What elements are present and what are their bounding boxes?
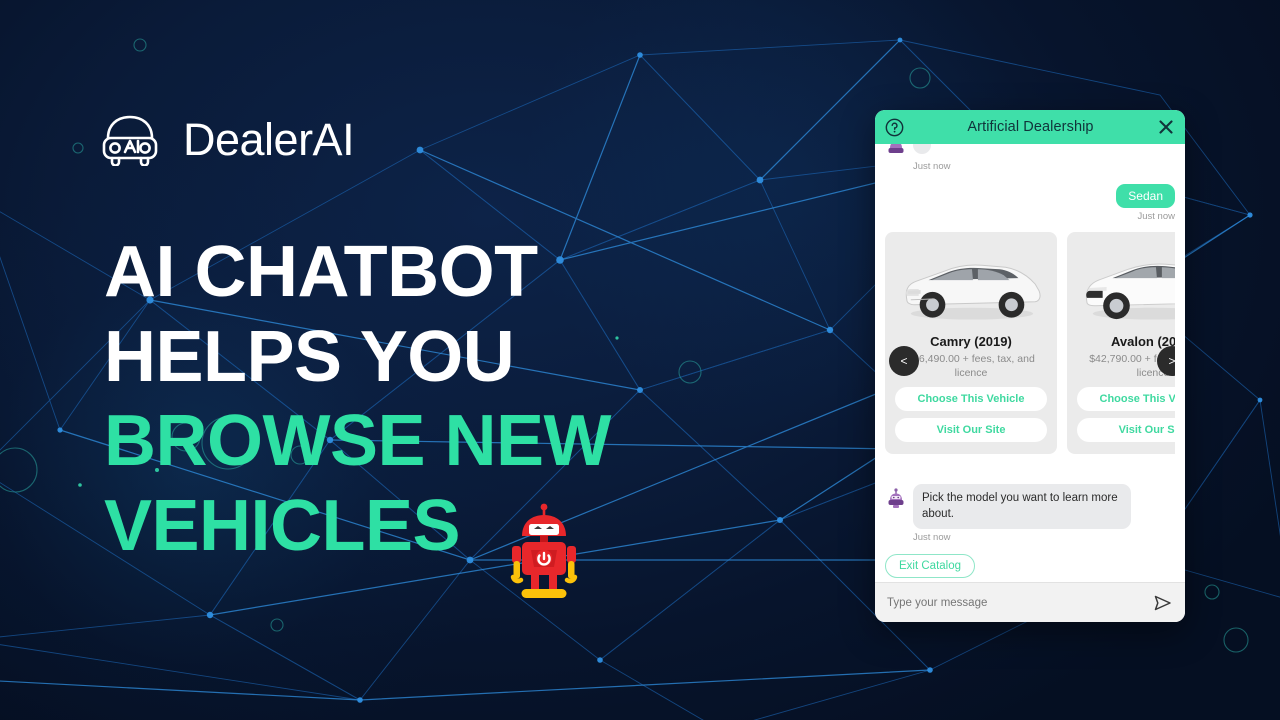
headline-line-4: VEHICLES	[104, 485, 461, 566]
message-bot-clipped: Just now	[885, 144, 1175, 172]
vehicle-image	[895, 240, 1047, 332]
send-paper-plane-icon[interactable]	[1153, 594, 1173, 612]
message-bot-text: Pick the model you want to learn more ab…	[913, 484, 1131, 529]
visit-site-button[interactable]: Visit Our Site	[1077, 418, 1175, 443]
brand-name: DealerAI	[183, 113, 355, 165]
bot-avatar-icon	[888, 488, 904, 509]
headline-line-1: AI CHATBOT	[104, 232, 538, 312]
headline: AI CHATBOT HELPS YOU BROWSE NEW VEHICLES	[104, 232, 744, 575]
close-icon[interactable]	[1157, 118, 1175, 136]
bot-avatar-icon	[888, 144, 904, 153]
message-timestamp: Just now	[913, 531, 951, 543]
visit-site-button[interactable]: Visit Our Site	[895, 418, 1047, 443]
carousel-track: Camry (2019) $26,490.00 + fees, tax, and…	[885, 232, 1175, 455]
car-ai-logo-icon	[102, 115, 158, 166]
message-timestamp: Just now	[1137, 211, 1176, 223]
vehicle-carousel[interactable]: Camry (2019) $26,490.00 + fees, tax, and…	[885, 232, 1175, 472]
headline-line-3: BROWSE NEW	[104, 401, 611, 482]
vehicle-card[interactable]: Camry (2019) $26,490.00 + fees, tax, and…	[885, 232, 1057, 455]
brand-logo: DealerAI	[99, 112, 355, 166]
promo-banner: DealerAI AI CHATBOT HELPS YOU BROWSE NEW…	[0, 0, 1280, 720]
message-user-text: Sedan	[1116, 184, 1175, 209]
chat-message-list[interactable]: Just now Sedan Just now Camry (2019) $26…	[875, 144, 1185, 582]
vehicle-name: Avalon (2019)	[1110, 334, 1175, 350]
message-user: Sedan Just now	[885, 184, 1175, 222]
message-bot-pick-model: Pick the model you want to learn more ab…	[885, 484, 1175, 543]
vehicle-name: Camry (2019)	[930, 334, 1012, 350]
message-bot-text	[913, 144, 931, 154]
chat-header: Artificial Dealership	[875, 110, 1185, 144]
chat-input-bar	[875, 582, 1185, 622]
question-mark-circle-icon[interactable]	[885, 118, 904, 137]
headline-line-2: HELPS YOU	[104, 316, 515, 397]
vehicle-image	[1077, 240, 1175, 332]
red-robot-mascot-icon	[510, 503, 578, 598]
white-sedan-image	[1085, 263, 1175, 320]
exit-catalog-button[interactable]: Exit Catalog	[885, 553, 976, 578]
chat-title: Artificial Dealership	[967, 119, 1094, 135]
choose-vehicle-button[interactable]: Choose This Vehicle	[1077, 387, 1175, 412]
chat-widget: Artificial Dealership Just now Sedan Jus…	[875, 110, 1185, 622]
message-input[interactable]	[887, 596, 1153, 609]
vehicle-card[interactable]: Avalon (2019) $42,790.00 + fees, tax, an…	[1067, 232, 1175, 455]
message-timestamp: Just now	[913, 161, 951, 172]
choose-vehicle-button[interactable]: Choose This Vehicle	[895, 387, 1047, 412]
white-sedan-image	[905, 264, 1041, 320]
